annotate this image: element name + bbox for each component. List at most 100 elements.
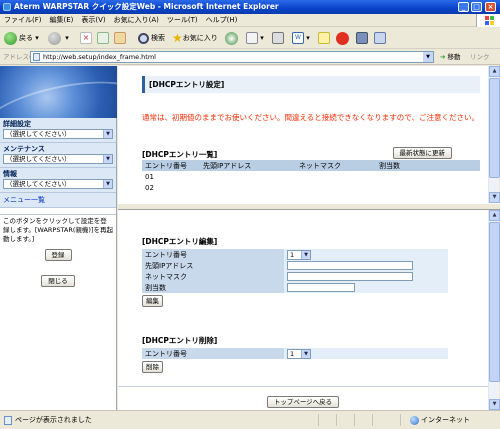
history-button[interactable] bbox=[225, 30, 240, 46]
history-icon bbox=[225, 31, 238, 45]
links-button[interactable]: リンク bbox=[470, 49, 490, 65]
forward-arrow-icon bbox=[48, 31, 61, 45]
scroll-up-icon[interactable]: ▲ bbox=[489, 66, 500, 77]
start-ip-input[interactable] bbox=[287, 261, 413, 270]
chevron-down-icon: ▼ bbox=[103, 130, 112, 138]
stop-icon: × bbox=[80, 32, 92, 44]
window-title: Aterm WARPSTAR クイック設定Web - Microsoft Int… bbox=[14, 2, 279, 11]
minimize-button[interactable]: _ bbox=[458, 2, 469, 12]
red-button[interactable] bbox=[336, 30, 351, 46]
bottom-frame: [DHCPエントリ編集] エントリ番号 1 ▼ 先頭IPアドレス ネットマスク 割… bbox=[118, 210, 488, 410]
search-button[interactable]: 検索 bbox=[138, 30, 165, 46]
divider bbox=[118, 386, 488, 387]
edit-button[interactable]: 編集 bbox=[142, 295, 163, 307]
page-icon bbox=[4, 415, 12, 425]
maintenance-group: メンテナンス （選択してください） ▼ bbox=[0, 143, 116, 168]
table-cell: 02 bbox=[142, 182, 200, 193]
refresh-status-button[interactable]: 最新状態に更新 bbox=[392, 147, 452, 159]
edit-form: エントリ番号 1 ▼ 先頭IPアドレス ネットマスク 割当数 bbox=[142, 249, 448, 293]
close-window-button[interactable]: × bbox=[485, 2, 496, 12]
star-icon: ★ bbox=[172, 31, 183, 45]
entry-number-select[interactable]: 1 ▼ bbox=[287, 249, 311, 260]
windows-logo-icon bbox=[476, 14, 500, 27]
maintenance-select[interactable]: （選択してください） ▼ bbox=[3, 154, 113, 164]
print-button[interactable] bbox=[272, 30, 284, 46]
table-cell bbox=[200, 182, 296, 193]
window-titlebar: Aterm WARPSTAR クイック設定Web - Microsoft Int… bbox=[0, 0, 500, 14]
menu-view[interactable]: 表示(V) bbox=[81, 16, 105, 24]
messenger-button[interactable] bbox=[356, 30, 368, 46]
count-input[interactable] bbox=[287, 283, 355, 292]
frame-splitter[interactable] bbox=[118, 203, 500, 210]
back-button[interactable]: 戻る ▾ bbox=[4, 30, 39, 46]
menu-help[interactable]: ヘルプ(H) bbox=[206, 16, 238, 24]
refresh-icon bbox=[97, 32, 109, 44]
column-header: 割当数 bbox=[376, 160, 480, 171]
address-input[interactable]: http://web.setup/index_frame.html ▼ bbox=[30, 51, 434, 63]
chevron-down-icon: ▼ bbox=[103, 155, 112, 163]
delete-heading: [DHCPエントリ削除] bbox=[142, 336, 218, 345]
chevron-down-icon: ▼ bbox=[301, 250, 310, 259]
netmask-input[interactable] bbox=[287, 272, 413, 281]
page-icon bbox=[33, 53, 40, 61]
menu-list-link[interactable]: メニュー一覧 bbox=[0, 193, 116, 208]
mail-button[interactable]: ▾ bbox=[246, 30, 264, 46]
top-frame: [DHCPエントリ設定] 通常は、初期値のままでお使いください。間違えると接続で… bbox=[118, 66, 488, 203]
go-button[interactable]: ➔ 移動 bbox=[440, 49, 461, 65]
stop-button[interactable]: × bbox=[80, 30, 92, 46]
maximize-button[interactable]: □ bbox=[471, 2, 482, 12]
delete-button[interactable]: 削除 bbox=[142, 361, 163, 373]
scroll-thumb[interactable] bbox=[489, 222, 500, 382]
messenger-icon bbox=[356, 32, 368, 44]
delete-entry-number-select[interactable]: 1 ▼ bbox=[287, 348, 311, 359]
research-button[interactable] bbox=[374, 30, 386, 46]
address-url: http://web.setup/index_frame.html bbox=[43, 53, 156, 61]
info-label: 情報 bbox=[3, 170, 17, 178]
scroll-thumb[interactable] bbox=[489, 78, 500, 178]
delete-entry-number-label: エントリ番号 bbox=[142, 348, 284, 359]
scroll-down-icon[interactable]: ▼ bbox=[489, 192, 500, 203]
start-ip-label: 先頭IPアドレス bbox=[142, 260, 284, 271]
favorites-button[interactable]: ★お気に入り bbox=[172, 30, 218, 46]
table-row: 01 bbox=[142, 171, 480, 182]
word-icon: W bbox=[292, 32, 304, 44]
warpstar-logo bbox=[0, 66, 117, 118]
menu-tools[interactable]: ツール(T) bbox=[167, 16, 198, 24]
menubar: ファイル(F) 編集(E) 表示(V) お気に入り(A) ツール(T) ヘルプ(H) bbox=[0, 14, 500, 27]
entry-list-table: エントリ番号 先頭IPアドレス ネットマスク 割当数 01 02 bbox=[142, 160, 480, 193]
chevron-down-icon: ▼ bbox=[103, 180, 112, 188]
top-page-button[interactable]: トップページへ戻る bbox=[266, 396, 340, 408]
internet-zone: インターネット bbox=[410, 411, 470, 429]
toolbar: 戻る ▾ ▾ × 検索 ★お気に入り ▾ W ▾ bbox=[0, 27, 500, 49]
red-circle-icon bbox=[336, 31, 349, 45]
research-icon bbox=[374, 32, 386, 44]
notes-button[interactable] bbox=[318, 30, 330, 46]
info-select[interactable]: （選択してください） ▼ bbox=[3, 179, 113, 189]
edit-button[interactable]: W ▾ bbox=[292, 30, 310, 46]
menu-favorites[interactable]: お気に入り(A) bbox=[114, 16, 159, 24]
column-header: ネットマスク bbox=[296, 160, 376, 171]
statusbar: ページが表示されました インターネット bbox=[0, 410, 500, 428]
top-scrollbar[interactable]: ▲ ▼ bbox=[488, 66, 500, 203]
home-icon bbox=[114, 32, 126, 44]
menu-edit[interactable]: 編集(E) bbox=[50, 16, 74, 24]
info-group: 情報 （選択してください） ▼ bbox=[0, 168, 116, 193]
close-button[interactable]: 閉じる bbox=[41, 275, 75, 287]
register-button[interactable]: 登録 bbox=[44, 249, 72, 261]
search-icon bbox=[138, 32, 149, 44]
scroll-up-icon[interactable]: ▲ bbox=[489, 210, 500, 221]
menu-file[interactable]: ファイル(F) bbox=[4, 16, 42, 24]
scroll-down-icon[interactable]: ▼ bbox=[489, 399, 500, 410]
advanced-settings-select[interactable]: （選択してください） ▼ bbox=[3, 129, 113, 139]
chevron-down-icon[interactable]: ▼ bbox=[423, 52, 433, 62]
bottom-scrollbar[interactable]: ▲ ▼ bbox=[488, 210, 500, 410]
address-bar: アドレス(D) http://web.setup/index_frame.htm… bbox=[0, 49, 500, 65]
refresh-button[interactable] bbox=[97, 30, 109, 46]
back-arrow-icon bbox=[4, 31, 17, 45]
table-cell bbox=[376, 182, 480, 193]
forward-button[interactable]: ▾ bbox=[48, 30, 69, 46]
status-text: ページが表示されました bbox=[4, 411, 92, 429]
home-button[interactable] bbox=[114, 30, 126, 46]
entry-number-label: エントリ番号 bbox=[142, 249, 284, 260]
netmask-label: ネットマスク bbox=[142, 271, 284, 282]
